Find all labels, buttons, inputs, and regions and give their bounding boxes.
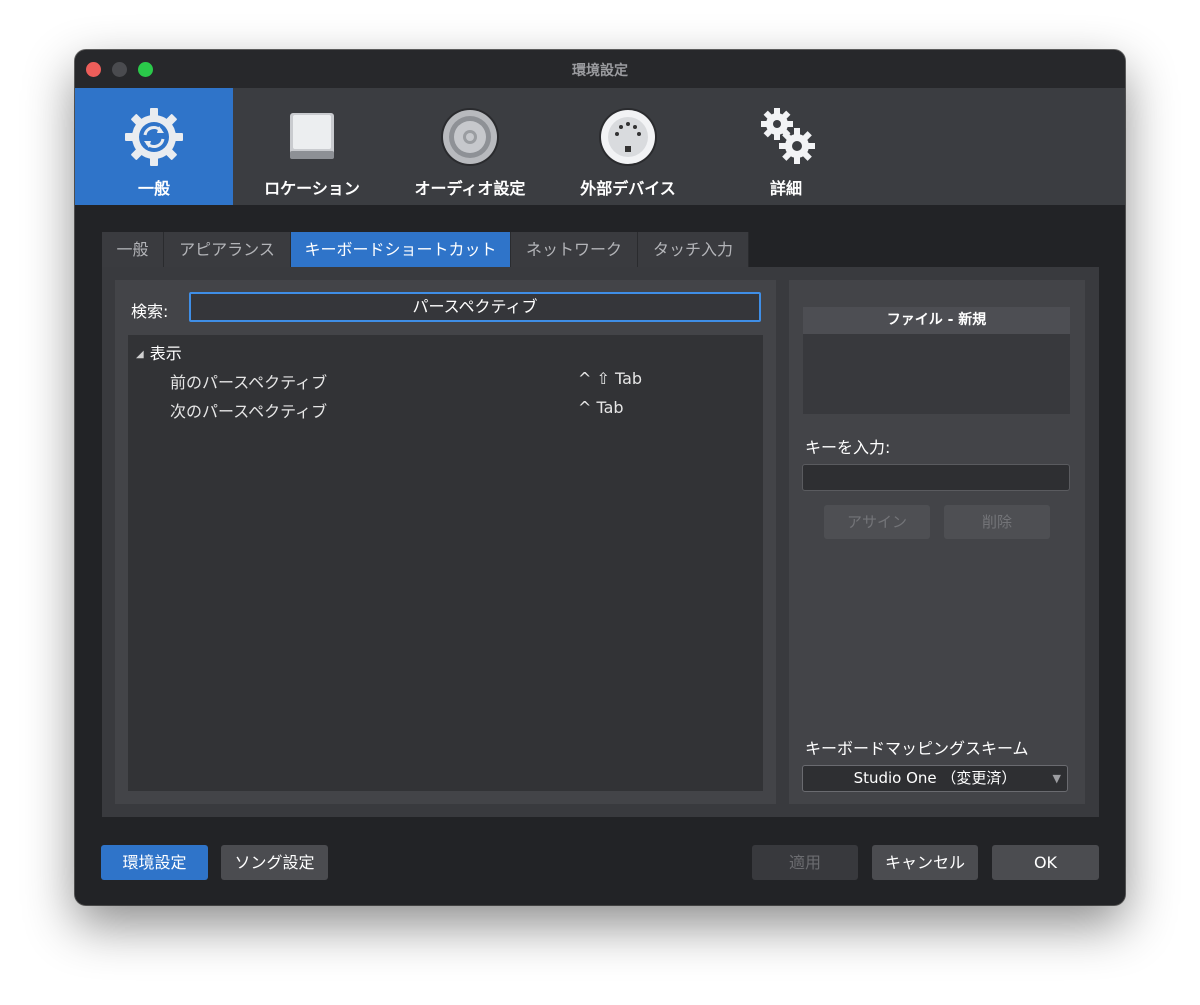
key-input-field[interactable] — [802, 464, 1070, 491]
midi-connector-icon — [599, 108, 657, 166]
disclosure-triangle-icon[interactable]: ◢ — [136, 349, 144, 360]
apply-button[interactable]: 適用 — [752, 845, 858, 880]
toolbar-item-advanced[interactable]: 詳細 — [707, 88, 865, 205]
assigned-keys-list[interactable] — [803, 334, 1070, 414]
toolbar-item-label: ロケーション — [264, 179, 360, 198]
shortcut-list-pane: 検索: ◢ 表示 前のパースペクティブ ^ ⇧ Tab 次のパースペクティブ ^ … — [115, 280, 776, 804]
tab-appearance[interactable]: アピアランス — [164, 232, 291, 267]
gear-sync-icon — [125, 108, 183, 166]
selected-command-title: ファイル - 新規 — [803, 307, 1070, 334]
toolbar-item-label: 一般 — [137, 179, 170, 198]
content-area: 一般 アピアランス キーボードショートカット ネットワーク タッチ入力 検索: … — [75, 205, 1125, 905]
mapping-scheme-value: Studio One （変更済） — [853, 769, 1017, 787]
tab-general[interactable]: 一般 — [102, 232, 164, 267]
tab-keyboard-shortcuts[interactable]: キーボードショートカット — [291, 232, 511, 267]
toolbar-item-locations[interactable]: ロケーション — [233, 88, 391, 205]
delete-button[interactable]: 削除 — [944, 505, 1050, 539]
speaker-icon — [441, 108, 499, 166]
toolbar-item-label: 詳細 — [769, 179, 802, 198]
shortcut-tree[interactable]: ◢ 表示 前のパースペクティブ ^ ⇧ Tab 次のパースペクティブ ^ Tab — [128, 335, 763, 791]
gears-icon — [761, 108, 815, 164]
toolbar-item-label: オーディオ設定 — [414, 179, 526, 198]
cancel-button[interactable]: キャンセル — [872, 845, 978, 880]
toolbar-item-label: 外部デバイス — [580, 179, 676, 198]
toolbar-item-external-devices[interactable]: 外部デバイス — [549, 88, 707, 205]
preferences-window: 環境設定 一般 ロケーション オーディオ設定 外部デバイス 詳細 一般 アピアラ… — [75, 50, 1125, 905]
tree-row[interactable]: 前のパースペクティブ ^ ⇧ Tab — [128, 364, 763, 393]
keyboard-shortcuts-panel: 検索: ◢ 表示 前のパースペクティブ ^ ⇧ Tab 次のパースペクティブ ^ … — [102, 267, 1099, 817]
command-name: 次のパースペクティブ — [170, 402, 328, 421]
tree-group-label: 表示 — [149, 344, 182, 363]
window-title: 環境設定 — [572, 63, 628, 79]
search-label: 検索: — [131, 302, 169, 321]
shortcut-editor-pane: ファイル - 新規 キーを入力: アサイン 削除 キーボードマッピングスキーム … — [789, 280, 1085, 804]
tab-touch-input[interactable]: タッチ入力 — [638, 232, 749, 267]
command-name: 前のパースペクティブ — [170, 373, 328, 392]
drive-icon — [290, 113, 334, 159]
tree-group-view[interactable]: ◢ 表示 — [136, 340, 182, 364]
mapping-scheme-label: キーボードマッピングスキーム — [805, 739, 1029, 758]
category-toolbar: 一般 ロケーション オーディオ設定 外部デバイス 詳細 — [75, 88, 1125, 205]
chevron-down-icon: ▼ — [1052, 772, 1061, 785]
toolbar-item-audio-setup[interactable]: オーディオ設定 — [391, 88, 549, 205]
title-bar: 環境設定 — [75, 50, 1125, 89]
ok-button[interactable]: OK — [992, 845, 1099, 880]
preferences-button[interactable]: 環境設定 — [101, 845, 208, 880]
tree-row[interactable]: 次のパースペクティブ ^ Tab — [128, 393, 763, 422]
command-shortcut: ^ ⇧ Tab — [578, 369, 643, 388]
assign-button[interactable]: アサイン — [824, 505, 930, 539]
key-input-label: キーを入力: — [805, 438, 891, 457]
command-shortcut: ^ Tab — [578, 398, 624, 417]
song-setup-button[interactable]: ソング設定 — [221, 845, 328, 880]
mapping-scheme-select[interactable]: Studio One （変更済） ▼ — [802, 765, 1068, 792]
tab-network[interactable]: ネットワーク — [511, 232, 638, 267]
search-input[interactable] — [189, 292, 761, 322]
toolbar-item-general[interactable]: 一般 — [75, 88, 233, 205]
